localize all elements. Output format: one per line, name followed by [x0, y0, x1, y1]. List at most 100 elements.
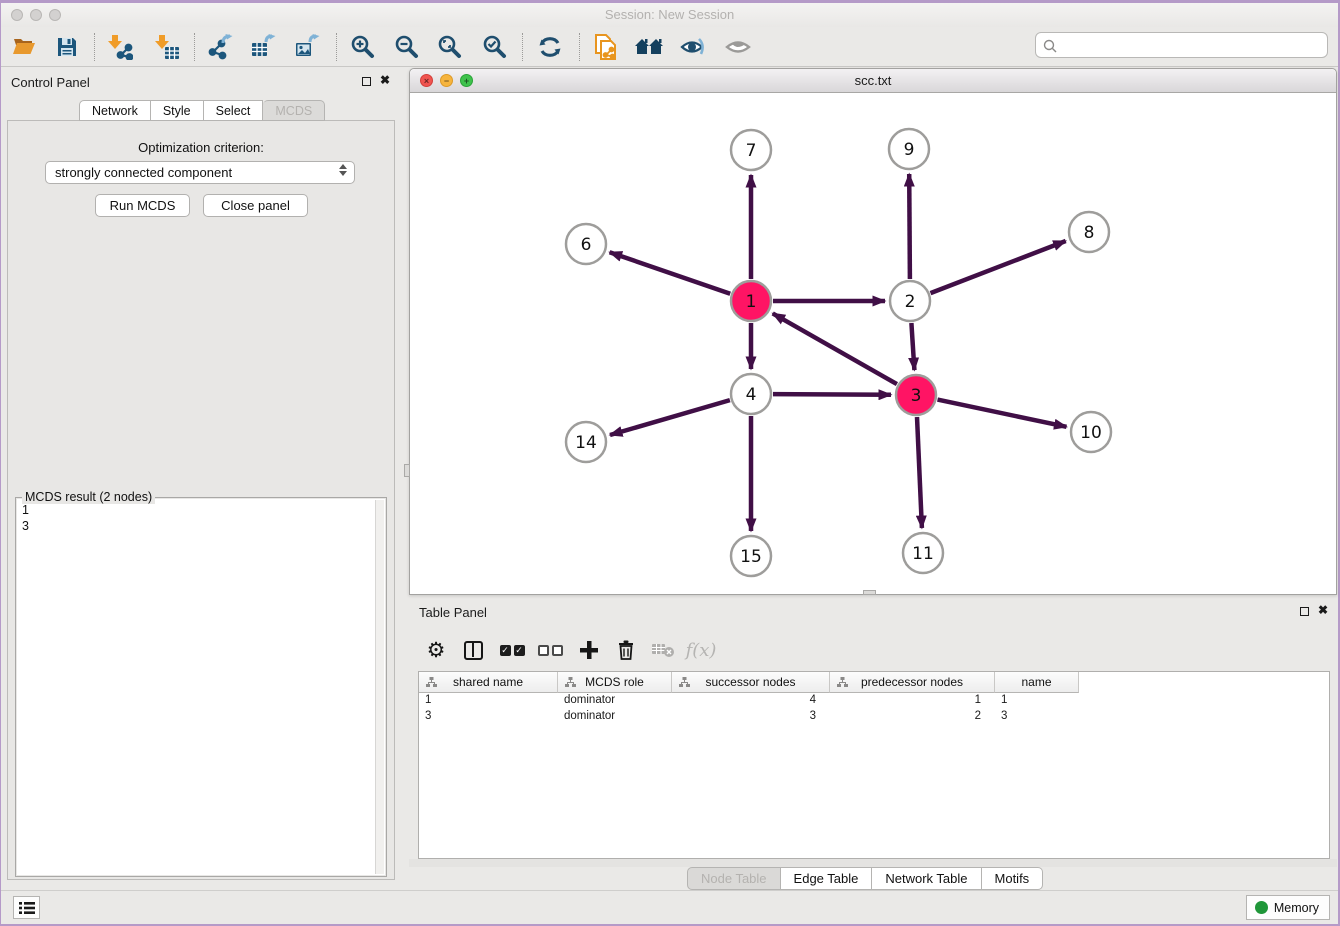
table-panel-title: Table Panel	[419, 605, 487, 620]
svg-text:4: 4	[746, 385, 757, 405]
close-table-panel-icon[interactable]: ✖	[1318, 603, 1328, 617]
table-panel-header: Table Panel ✖	[409, 601, 1337, 625]
column-header-name[interactable]: name	[995, 672, 1079, 693]
node-8[interactable]: 8	[1069, 212, 1109, 252]
float-panel-icon[interactable]	[362, 77, 371, 86]
add-column-icon[interactable]	[572, 633, 606, 667]
hierarchy-icon	[837, 677, 848, 688]
import-table-icon[interactable]	[152, 33, 182, 61]
table-settings-gear-icon[interactable]: ⚙	[419, 633, 453, 667]
zoom-in-icon[interactable]	[348, 33, 378, 61]
memory-label: Memory	[1274, 901, 1319, 915]
export-table-icon[interactable]	[248, 33, 278, 61]
node-4[interactable]: 4	[731, 374, 771, 414]
tab-node-table[interactable]: Node Table	[687, 867, 781, 890]
edge-3-10[interactable]	[938, 400, 1067, 427]
float-table-panel-icon[interactable]	[1300, 607, 1309, 616]
tab-network[interactable]: Network	[79, 100, 151, 121]
search-input[interactable]	[1062, 35, 1322, 55]
table-row[interactable]: 3dominator323	[419, 709, 1329, 725]
edge-3-11[interactable]	[917, 417, 922, 528]
task-history-button[interactable]	[13, 896, 40, 919]
edge-2-3[interactable]	[911, 323, 914, 370]
tab-select[interactable]: Select	[204, 100, 264, 121]
node-3[interactable]: 3	[896, 375, 936, 415]
export-network-icon[interactable]	[205, 33, 235, 61]
cell-MCDS-role: dominator	[558, 709, 672, 725]
control-panel-title: Control Panel	[11, 75, 90, 90]
node-7[interactable]: 7	[731, 130, 771, 170]
column-header-predecessor-nodes[interactable]: predecessor nodes	[830, 672, 995, 693]
import-network-icon[interactable]	[105, 33, 135, 61]
network-graph: 7 9 6 8 1 2 4 3 14 10 15 11	[410, 93, 1336, 594]
edge-4-14[interactable]	[610, 400, 730, 435]
edge-1-6[interactable]	[610, 252, 731, 294]
app-title: Session: New Session	[1, 7, 1338, 22]
edge-4-3[interactable]	[773, 394, 891, 395]
tab-edge-table[interactable]: Edge Table	[781, 867, 873, 890]
node-6[interactable]: 6	[566, 224, 606, 264]
duplicate-network-icon[interactable]	[591, 33, 621, 61]
tab-style[interactable]: Style	[151, 100, 204, 121]
table-tabs: Node TableEdge TableNetwork TableMotifs	[687, 867, 1043, 890]
delete-column-trash-icon[interactable]	[609, 633, 643, 667]
run-mcds-button[interactable]: Run MCDS	[95, 194, 190, 217]
column-panel-icon[interactable]	[456, 633, 490, 667]
toolbar-separator	[522, 33, 523, 61]
node-10[interactable]: 10	[1071, 412, 1111, 452]
tab-mcds[interactable]: MCDS	[263, 100, 325, 121]
hierarchy-icon	[426, 677, 437, 688]
result-scrollbar[interactable]	[375, 500, 384, 874]
dropdown-stepper-icon	[339, 164, 347, 176]
search-box[interactable]	[1035, 32, 1328, 58]
edge-2-8[interactable]	[931, 241, 1066, 293]
close-panel-button[interactable]: Close panel	[203, 194, 308, 217]
table-hscroll-strip	[409, 859, 1337, 867]
tab-motifs[interactable]: Motifs	[982, 867, 1044, 890]
network-canvas[interactable]: 7 9 6 8 1 2 4 3 14 10 15 11	[410, 93, 1336, 594]
svg-text:7: 7	[746, 141, 757, 161]
edge-3-1[interactable]	[773, 313, 897, 384]
zoom-out-icon[interactable]	[392, 33, 422, 61]
hierarchy-icon	[679, 677, 690, 688]
apply-layout-refresh-icon[interactable]	[535, 33, 565, 61]
column-header-MCDS-role[interactable]: MCDS role	[558, 672, 672, 693]
mcds-result-group: 13 MCDS result (2 nodes)	[15, 497, 387, 877]
close-panel-icon[interactable]: ✖	[380, 73, 390, 87]
mcds-result-textarea[interactable]: 13	[17, 499, 385, 875]
column-header-shared-name[interactable]: shared name	[419, 672, 558, 693]
hide-panel-eye-icon[interactable]	[678, 33, 708, 61]
node-1[interactable]: 1	[731, 281, 771, 321]
node-14[interactable]: 14	[566, 422, 606, 462]
save-session-icon[interactable]	[52, 33, 82, 61]
node-table[interactable]: shared nameMCDS rolesuccessor nodesprede…	[418, 671, 1330, 859]
zoom-fit-icon[interactable]	[435, 33, 465, 61]
node-15[interactable]: 15	[731, 536, 771, 576]
cell-shared-name: 1	[419, 693, 558, 709]
network-window-titlebar[interactable]: × − + scc.txt	[410, 69, 1336, 93]
hierarchy-icon	[565, 677, 576, 688]
tab-network-table[interactable]: Network Table	[872, 867, 981, 890]
edge-2-9[interactable]	[909, 174, 910, 279]
splitter-grip-bottom[interactable]	[863, 590, 876, 595]
column-header-successor-nodes[interactable]: successor nodes	[672, 672, 830, 693]
svg-text:2: 2	[905, 292, 916, 312]
mcds-result-title: MCDS result (2 nodes)	[22, 490, 155, 504]
deselect-all-rows-icon[interactable]	[533, 633, 567, 667]
select-all-rows-icon[interactable]: ✓✓	[495, 633, 529, 667]
node-2[interactable]: 2	[890, 281, 930, 321]
node-9[interactable]: 9	[889, 129, 929, 169]
table-row[interactable]: 1dominator411	[419, 693, 1329, 709]
cell-name: 1	[995, 693, 1079, 709]
zoom-selected-icon[interactable]	[480, 33, 510, 61]
node-11[interactable]: 11	[903, 533, 943, 573]
splitter-grip-left[interactable]	[404, 464, 410, 477]
app-window: Session: New Session	[1, 3, 1338, 924]
criterion-dropdown[interactable]: strongly connected component	[45, 161, 355, 184]
export-image-icon[interactable]	[292, 33, 322, 61]
result-line: 3	[22, 518, 29, 534]
show-eye-icon[interactable]	[723, 33, 753, 61]
open-session-icon[interactable]	[9, 33, 39, 61]
home-network-icon[interactable]	[634, 33, 664, 61]
memory-button[interactable]: Memory	[1246, 895, 1330, 920]
